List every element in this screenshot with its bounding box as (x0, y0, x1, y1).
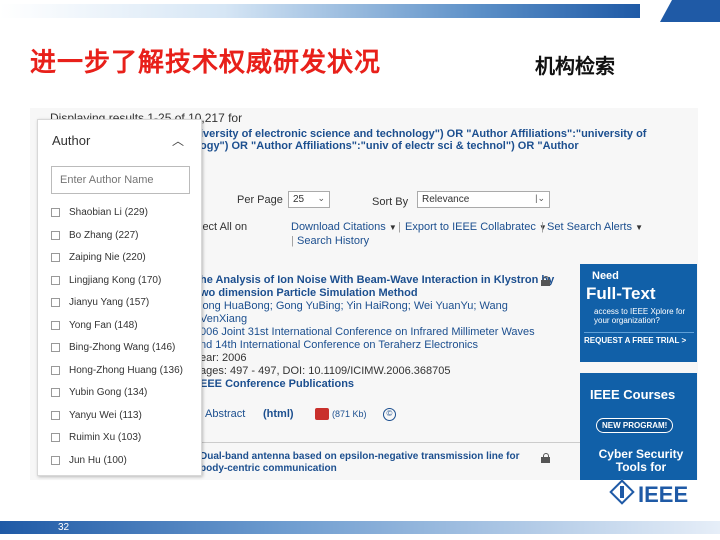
author-filter-label: Bo Zhang (227) (69, 229, 139, 241)
search-query-text: iversity of electronic science and techn… (200, 128, 695, 152)
page-number: 32 (58, 522, 70, 533)
per-page-value: 25 (293, 194, 305, 205)
ieee-courses-ad[interactable]: IEEE Courses NEW PROGRAM! Cyber Security… (580, 373, 697, 480)
ad-fulltext-text: Full-Text (586, 284, 656, 303)
author-filter-label: Yong Fan (148) (69, 319, 138, 331)
query-line: iversity of electronic science and techn… (200, 128, 647, 140)
top-corner-block (660, 0, 720, 22)
result-item: Dual-band antenna based on epsilon-negat… (200, 451, 580, 475)
author-checkbox[interactable] (51, 433, 60, 442)
author-filter-label: Zaiping Nie (220) (69, 252, 146, 263)
sort-by-label: Sort By (372, 196, 409, 208)
author-filter-label: Shaobian Li (229) (69, 207, 148, 218)
slide-title: 进一步了解技术权威研发状况 (30, 48, 382, 78)
per-page-label: Per Page (237, 194, 283, 206)
separator: | (291, 235, 294, 247)
author-filter-label: Ruimin Xu (103) (69, 432, 142, 443)
result-title-line[interactable]: wo dimension Particle Simulation Method (200, 287, 580, 300)
separator: | (541, 221, 544, 233)
chevron-up-icon[interactable]: ︿ (172, 132, 184, 149)
author-checkbox[interactable] (51, 275, 60, 285)
author-checkbox[interactable] (51, 365, 60, 375)
caret-down-icon: ▼ (635, 223, 643, 232)
result-title-line[interactable]: he Analysis of Ion Noise With Beam-Wave … (200, 274, 580, 287)
author-checkbox[interactable] (51, 320, 60, 330)
lock-icon (541, 276, 550, 286)
pdf-icon[interactable] (315, 408, 329, 420)
ad-cyber-text: Cyber Security Tools for (598, 447, 684, 474)
bottom-decor-band (0, 515, 720, 540)
slide-subtitle: 机构检索 (535, 54, 615, 78)
lock-icon (541, 453, 550, 463)
author-checkbox[interactable] (51, 410, 60, 420)
chevron-down-icon: ⌄ (317, 193, 325, 203)
result-item: he Analysis of Ion Noise With Beam-Wave … (200, 274, 580, 391)
author-name-input[interactable] (51, 166, 190, 194)
ieee-logo: IEEE (608, 479, 698, 510)
result-title-line[interactable]: body-centric communication (200, 463, 580, 475)
result-publisher[interactable]: EEE Conference Publications (200, 378, 580, 391)
abstract-link[interactable]: Abstract (205, 408, 245, 420)
search-alerts-label: Set Search Alerts (547, 221, 632, 233)
author-checkbox[interactable] (51, 388, 60, 397)
separator: | (398, 221, 401, 233)
author-filter-panel: Author ︿ Shaobian Li (229) Bo Zhang (227)… (37, 119, 202, 476)
copyright-icon[interactable]: © (383, 408, 396, 421)
pdf-size: (871 Kb) (332, 409, 367, 419)
author-filter-label: Hong-Zhong Huang (136) (69, 364, 183, 376)
author-filter-label: Lingjiang Kong (170) (69, 274, 162, 286)
search-alerts-link[interactable]: Set Search Alerts ▼ (547, 220, 643, 235)
chevron-down-icon: |⌄ (535, 193, 545, 203)
per-page-select[interactable]: 25 ⌄ (288, 191, 330, 208)
ad-courses-text: IEEE Courses (590, 387, 676, 402)
download-citations-link[interactable]: Download Citations ▼ (291, 220, 397, 235)
query-line: ogy") OR "Author Affiliations":"univ of … (200, 140, 579, 152)
author-checkbox[interactable] (51, 230, 60, 240)
ieee-diamond-icon (609, 479, 635, 505)
result-conference[interactable]: nd 14th International Conference on Tera… (200, 339, 580, 352)
author-checkbox[interactable] (51, 208, 60, 217)
author-filter-label: Jianyu Yang (157) (69, 297, 150, 308)
author-filter-label: Jun Hu (100) (69, 454, 127, 466)
export-collabratec-link[interactable]: Export to IEEE Collabratec ▼ (405, 220, 547, 235)
author-checkbox[interactable] (51, 455, 60, 465)
result-conference[interactable]: 006 Joint 31st International Conference … (200, 326, 580, 339)
result-year: ear: 2006 (200, 352, 247, 364)
top-decor-band (0, 0, 720, 22)
results-controls: Per Page 25 ⌄ Sort By Relevance |⌄ (180, 190, 698, 210)
author-checkbox[interactable] (51, 298, 60, 307)
download-citations-label: Download Citations (291, 221, 386, 233)
ieee-logo-text: IEEE (638, 482, 689, 507)
export-collabratec-label: Export to IEEE Collabratec (405, 221, 536, 233)
caret-down-icon: ▼ (388, 223, 397, 232)
result-pages-doi: ages: 497 - 497, DOI: 10.1109/ICIMW.2006… (200, 365, 451, 377)
result-authors[interactable]: iong HuaBong; Gong YuBing; Yin HaiRong; … (200, 300, 580, 313)
full-text-ad[interactable]: Need Full-Text access to IEEE Xplore for… (580, 264, 697, 362)
bottom-gradient-bar (0, 521, 720, 534)
html-link[interactable]: (html) (263, 408, 294, 420)
select-all-link[interactable]: lect All on (200, 220, 247, 234)
author-filter-heading[interactable]: Author (52, 133, 90, 148)
author-checkbox[interactable] (51, 343, 60, 352)
author-checkbox[interactable] (51, 253, 60, 262)
result-divider (200, 442, 585, 443)
author-filter-label: Yubin Gong (134) (69, 387, 148, 398)
sort-by-value: Relevance (422, 194, 470, 205)
search-history-link[interactable]: Search History (297, 234, 369, 248)
request-trial-link[interactable]: REQUEST A FREE TRIAL > (584, 332, 694, 345)
sort-by-select[interactable]: Relevance |⌄ (417, 191, 550, 208)
top-gradient-bar (0, 4, 640, 18)
ad-need-text: Need (592, 270, 619, 282)
result-authors[interactable]: VenXiang (200, 313, 580, 326)
ad-access-text: access to IEEE Xplore for your organizat… (594, 307, 686, 325)
result-title-line[interactable]: Dual-band antenna based on epsilon-negat… (200, 451, 580, 463)
author-filter-label: Yanyu Wei (113) (69, 409, 142, 421)
ad-new-program-badge: NEW PROGRAM! (596, 418, 674, 433)
author-filter-label: Bing-Zhong Wang (146) (69, 342, 176, 353)
